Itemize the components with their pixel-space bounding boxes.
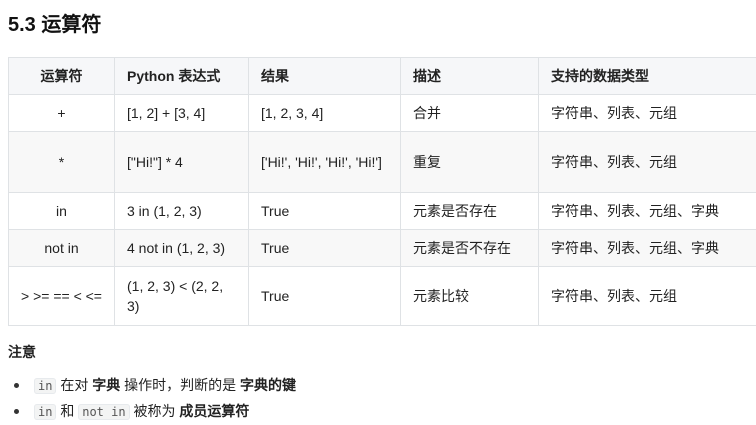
cell-types: 字符串、列表、元组、字典 bbox=[539, 193, 756, 230]
note-title: 注意 bbox=[8, 342, 36, 362]
table-row: + [1, 2] + [3, 4] [1, 2, 3, 4] 合并 字符串、列表… bbox=[9, 95, 756, 132]
note-text: 和 bbox=[60, 403, 74, 419]
note-text: 被称为 bbox=[133, 403, 175, 419]
note-text: 操作时，判断的是 bbox=[124, 377, 236, 393]
header-operator: 运算符 bbox=[9, 58, 115, 95]
cell-operator: in bbox=[9, 193, 115, 230]
cell-description: 合并 bbox=[401, 95, 539, 132]
table-header-row: 运算符 Python 表达式 结果 描述 支持的数据类型 bbox=[9, 58, 756, 95]
table-row: > >= == < <= (1, 2, 3) < (2, 2, 3) True … bbox=[9, 267, 756, 326]
cell-description: 重复 bbox=[401, 132, 539, 193]
note-bold: 字典 bbox=[92, 377, 120, 393]
cell-expression: (1, 2, 3) < (2, 2, 3) bbox=[115, 267, 249, 326]
cell-result: True bbox=[249, 267, 401, 326]
cell-operator: not in bbox=[9, 230, 115, 267]
section-heading: 5.3 运算符 bbox=[8, 8, 101, 37]
cell-operator: + bbox=[9, 95, 115, 132]
inline-code: not in bbox=[78, 404, 129, 420]
list-item: in 在对 字典 操作时，判断的是 字典的键 bbox=[8, 372, 296, 398]
cell-types: 字符串、列表、元组 bbox=[539, 267, 756, 326]
note-list: in 在对 字典 操作时，判断的是 字典的键 in 和 not in 被称为 成… bbox=[8, 372, 296, 424]
note-bold: 字典的键 bbox=[240, 377, 296, 393]
cell-description: 元素是否不存在 bbox=[401, 230, 539, 267]
table-row: in 3 in (1, 2, 3) True 元素是否存在 字符串、列表、元组、… bbox=[9, 193, 756, 230]
header-expression: Python 表达式 bbox=[115, 58, 249, 95]
cell-expression: [1, 2] + [3, 4] bbox=[115, 95, 249, 132]
header-description: 描述 bbox=[401, 58, 539, 95]
cell-expression: 3 in (1, 2, 3) bbox=[115, 193, 249, 230]
cell-operator: > >= == < <= bbox=[9, 267, 115, 326]
cell-types: 字符串、列表、元组、字典 bbox=[539, 230, 756, 267]
inline-code: in bbox=[34, 404, 56, 420]
note-text: 在对 bbox=[60, 377, 88, 393]
cell-operator: * bbox=[9, 132, 115, 193]
cell-types: 字符串、列表、元组 bbox=[539, 132, 756, 193]
cell-description: 元素是否存在 bbox=[401, 193, 539, 230]
cell-description: 元素比较 bbox=[401, 267, 539, 326]
header-result: 结果 bbox=[249, 58, 401, 95]
operators-table: 运算符 Python 表达式 结果 描述 支持的数据类型 + [1, 2] + … bbox=[8, 57, 756, 326]
cell-types: 字符串、列表、元组 bbox=[539, 95, 756, 132]
cell-expression: 4 not in (1, 2, 3) bbox=[115, 230, 249, 267]
inline-code: in bbox=[34, 378, 56, 394]
note-bold: 成员运算符 bbox=[179, 403, 249, 419]
cell-result: ['Hi!', 'Hi!', 'Hi!', 'Hi!'] bbox=[249, 132, 401, 193]
table-row: not in 4 not in (1, 2, 3) True 元素是否不存在 字… bbox=[9, 230, 756, 267]
cell-result: [1, 2, 3, 4] bbox=[249, 95, 401, 132]
cell-result: True bbox=[249, 193, 401, 230]
cell-result: True bbox=[249, 230, 401, 267]
header-types: 支持的数据类型 bbox=[539, 58, 756, 95]
list-item: in 和 not in 被称为 成员运算符 bbox=[8, 398, 296, 424]
table-row: * ["Hi!"] * 4 ['Hi!', 'Hi!', 'Hi!', 'Hi!… bbox=[9, 132, 756, 193]
cell-expression: ["Hi!"] * 4 bbox=[115, 132, 249, 193]
